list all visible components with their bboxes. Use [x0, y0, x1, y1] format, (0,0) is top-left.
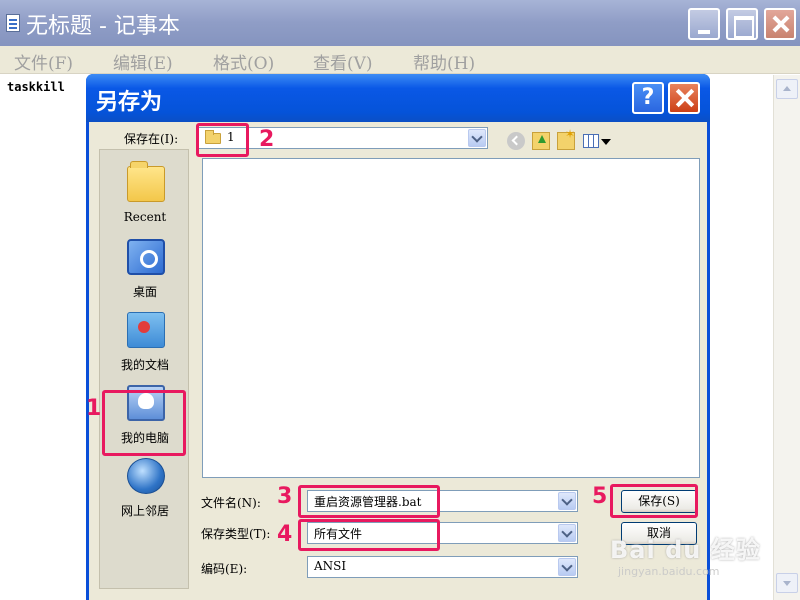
notepad-title: 无标题 - 记事本 [26, 14, 180, 39]
file-list[interactable] [202, 158, 700, 478]
filename-label: 文件名(N): [201, 496, 261, 510]
highlight-save-button [610, 484, 698, 518]
dialog-help-button[interactable]: ? [632, 82, 664, 114]
new-folder-icon[interactable] [557, 127, 575, 150]
place-network[interactable]: 网上邻居 [100, 450, 190, 524]
scroll-up-arrow-icon[interactable] [776, 79, 798, 99]
notepad-close-button[interactable] [764, 8, 796, 40]
place-label: 网上邻居 [120, 504, 169, 518]
place-label: 桌面 [132, 285, 157, 299]
step-number-2: 2 [259, 127, 275, 152]
menu-help[interactable]: 帮助(H) [413, 49, 475, 74]
chevron-down-icon[interactable] [468, 129, 486, 147]
notepad-titlebar[interactable]: 无标题 - 记事本 [0, 0, 800, 46]
places-bar: Recent 桌面 我的文档 我的电脑 网上邻居 [99, 149, 189, 589]
baidu-watermark-url: jingyan.baidu.com [618, 565, 720, 578]
notepad-menubar: 文件(F) 编辑(E) 格式(O) 查看(V) 帮助(H) [0, 46, 800, 74]
place-desktop[interactable]: 桌面 [100, 231, 190, 305]
save-in-label: 保存在(I): [124, 132, 179, 146]
menu-file[interactable]: 文件(F) [14, 49, 73, 74]
step-number-5: 5 [592, 484, 608, 509]
step-number-1: 1 [86, 396, 102, 421]
place-recent[interactable]: Recent [100, 158, 190, 232]
place-label: 我的文档 [120, 358, 169, 372]
notepad-app-icon [6, 14, 20, 32]
chevron-down-icon[interactable] [558, 524, 576, 542]
highlight-save-in [196, 123, 249, 157]
dialog-title: 另存为 [96, 90, 163, 115]
encoding-select[interactable]: ANSI [307, 556, 578, 578]
step-number-3: 3 [277, 484, 293, 509]
recent-folder-icon [127, 161, 165, 202]
my-documents-icon [127, 312, 165, 348]
dialog-titlebar[interactable]: 另存为 ? [86, 74, 710, 122]
chevron-down-icon[interactable] [558, 492, 576, 510]
notepad-vertical-scrollbar[interactable] [773, 75, 800, 600]
menu-edit[interactable]: 编辑(E) [113, 49, 173, 74]
baidu-watermark: Bai du 经验 [610, 536, 761, 564]
desktop-icon [127, 239, 165, 275]
step-number-4: 4 [277, 522, 293, 547]
views-dropdown-arrow-icon[interactable] [601, 139, 611, 145]
maximize-button[interactable] [726, 8, 758, 40]
menu-format[interactable]: 格式(O) [213, 49, 274, 74]
highlight-filename [298, 485, 440, 518]
highlight-my-computer [102, 390, 186, 456]
filetype-label: 保存类型(T): [201, 527, 271, 541]
encoding-value: ANSI [314, 559, 347, 573]
up-folder-icon[interactable] [532, 132, 550, 150]
network-places-icon [127, 458, 165, 494]
chevron-down-icon[interactable] [558, 558, 576, 576]
place-label: Recent [123, 210, 167, 224]
place-my-documents[interactable]: 我的文档 [100, 304, 190, 378]
highlight-filetype [298, 519, 440, 551]
scroll-down-arrow-icon[interactable] [776, 573, 798, 593]
views-menu-icon[interactable] [583, 134, 599, 148]
encoding-label: 编码(E): [201, 562, 248, 576]
dialog-close-button[interactable] [668, 82, 700, 114]
back-icon[interactable] [507, 132, 525, 150]
minimize-button[interactable] [688, 8, 720, 40]
notepad-text-content[interactable]: taskkill [7, 80, 65, 94]
menu-view[interactable]: 查看(V) [313, 49, 373, 74]
